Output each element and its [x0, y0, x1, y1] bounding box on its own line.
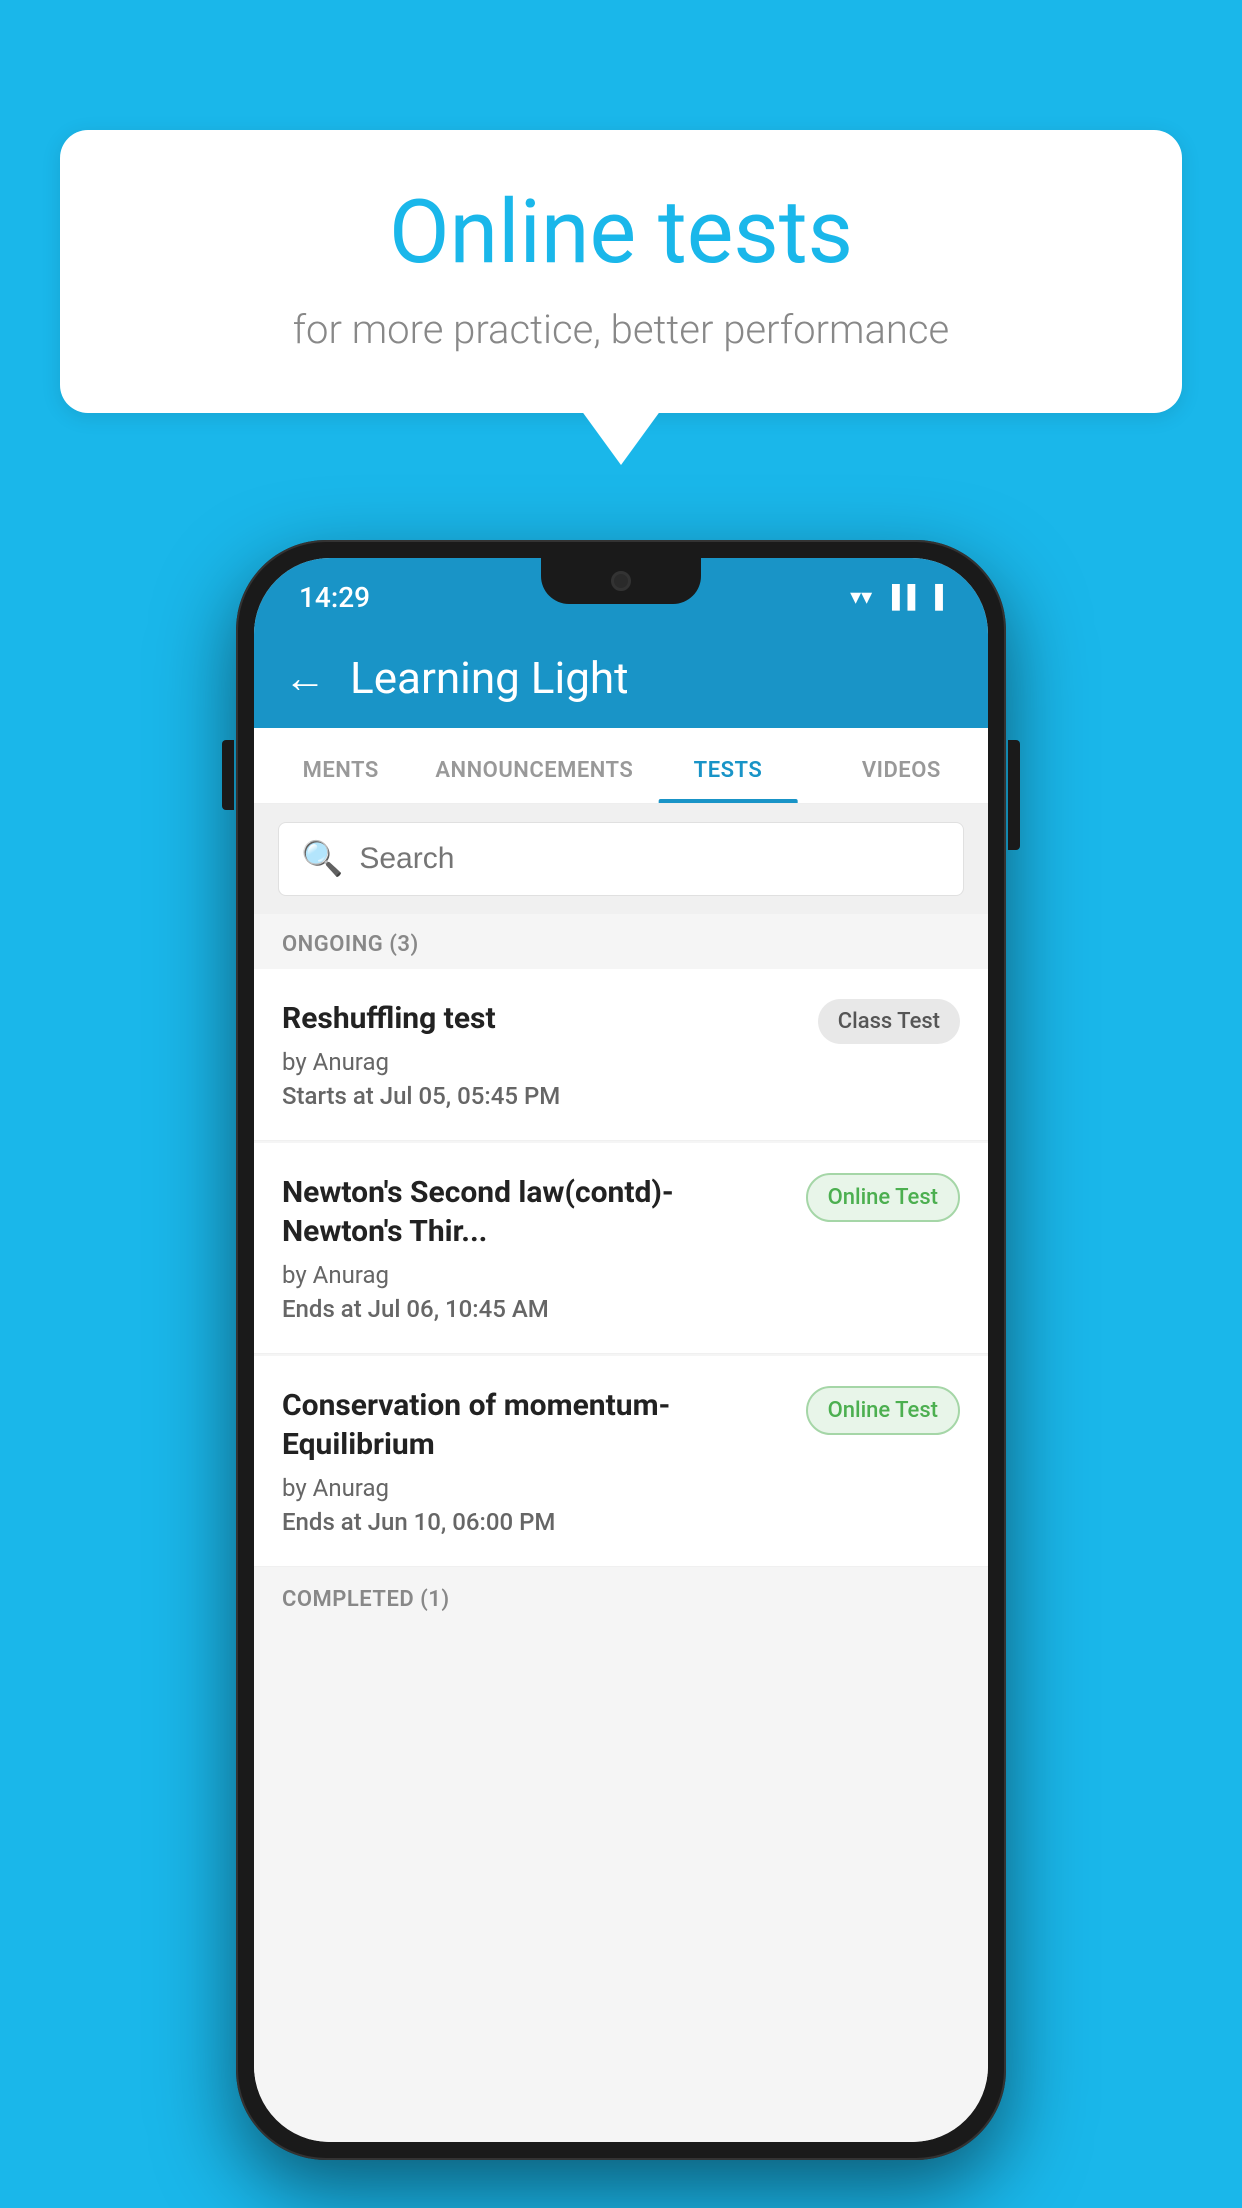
promo-bubble: Online tests for more practice, better p…: [60, 130, 1182, 413]
content-area: ONGOING (3) Reshuffling test by Anurag S…: [254, 914, 988, 2142]
phone-notch: [541, 558, 701, 604]
test-card-3-badge: Online Test: [806, 1386, 960, 1435]
test-card-3[interactable]: Conservation of momentum-Equilibrium by …: [254, 1356, 988, 1567]
test-card-1[interactable]: Reshuffling test by Anurag Starts at Jul…: [254, 969, 988, 1141]
promo-title: Online tests: [120, 185, 1122, 282]
app-bar: ← Learning Light: [254, 628, 988, 728]
ongoing-header: ONGOING (3): [254, 914, 988, 969]
wifi-icon: ▾▾: [850, 585, 872, 610]
tab-tests[interactable]: TESTS: [641, 728, 814, 803]
search-icon: 🔍: [301, 839, 343, 879]
test-card-2-author: by Anurag: [282, 1261, 786, 1289]
search-input[interactable]: [359, 842, 941, 876]
test-card-1-date: Starts at Jul 05, 05:45 PM: [282, 1082, 798, 1110]
test-card-2-badge: Online Test: [806, 1173, 960, 1222]
test-card-2-title: Newton's Second law(contd)-Newton's Thir…: [282, 1173, 786, 1251]
completed-header: COMPLETED (1): [254, 1569, 988, 1624]
test-card-2[interactable]: Newton's Second law(contd)-Newton's Thir…: [254, 1143, 988, 1354]
tab-ments[interactable]: MENTS: [254, 728, 427, 803]
app-title: Learning Light: [350, 652, 629, 704]
test-card-3-author: by Anurag: [282, 1474, 786, 1502]
phone-mockup: 14:29 ▾▾ ▐▐ ▐ ← Learning Light MENTS: [236, 540, 1006, 2160]
test-card-3-date: Ends at Jun 10, 06:00 PM: [282, 1508, 786, 1536]
promo-subtitle: for more practice, better performance: [120, 306, 1122, 353]
test-card-1-badge: Class Test: [818, 999, 960, 1044]
phone-outer: 14:29 ▾▾ ▐▐ ▐ ← Learning Light MENTS: [236, 540, 1006, 2160]
phone-screen: 14:29 ▾▾ ▐▐ ▐ ← Learning Light MENTS: [254, 558, 988, 2142]
test-card-2-info: Newton's Second law(contd)-Newton's Thir…: [282, 1173, 806, 1323]
battery-icon: ▐: [927, 584, 943, 610]
tab-announcements[interactable]: ANNOUNCEMENTS: [427, 728, 641, 803]
status-icons: ▾▾ ▐▐ ▐: [850, 584, 943, 610]
search-box: 🔍: [278, 822, 964, 896]
tab-videos[interactable]: VIDEOS: [815, 728, 988, 803]
test-card-3-title: Conservation of momentum-Equilibrium: [282, 1386, 786, 1464]
status-time: 14:29: [299, 581, 370, 614]
test-card-1-info: Reshuffling test by Anurag Starts at Jul…: [282, 999, 818, 1110]
test-card-1-title: Reshuffling test: [282, 999, 798, 1038]
test-card-3-info: Conservation of momentum-Equilibrium by …: [282, 1386, 806, 1536]
camera: [611, 571, 631, 591]
phone-inner: 14:29 ▾▾ ▐▐ ▐ ← Learning Light MENTS: [254, 558, 988, 2142]
tabs-container: MENTS ANNOUNCEMENTS TESTS VIDEOS: [254, 728, 988, 804]
back-button[interactable]: ←: [284, 654, 326, 703]
search-container: 🔍: [254, 804, 988, 914]
signal-icon: ▐▐: [884, 584, 915, 610]
test-card-1-author: by Anurag: [282, 1048, 798, 1076]
speech-bubble: Online tests for more practice, better p…: [60, 130, 1182, 413]
test-card-2-date: Ends at Jul 06, 10:45 AM: [282, 1295, 786, 1323]
